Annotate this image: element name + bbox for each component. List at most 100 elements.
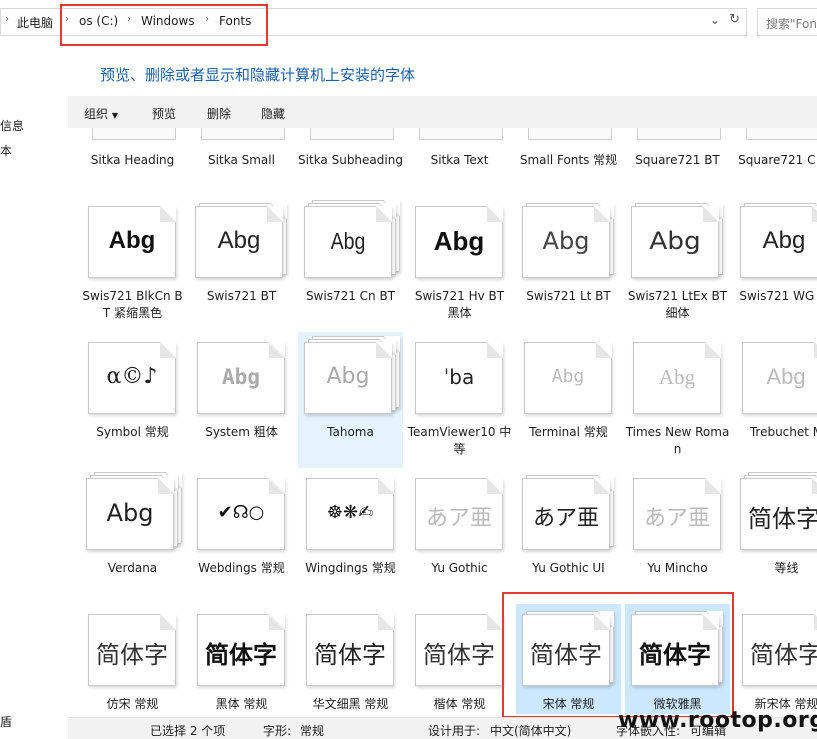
font-name-label: Webdings 常规 — [198, 561, 285, 575]
font-preview-icon — [746, 128, 817, 140]
watermark: www.rootop.org — [618, 708, 817, 733]
status-selected-count: 已选择 2 个项 — [150, 724, 226, 738]
font-preview-glyph: Abg — [222, 364, 260, 389]
font-preview-icon: Abg — [740, 198, 817, 278]
font-item[interactable]: ☸❋✍ Wingdings 常规 — [298, 468, 403, 604]
font-page-icon: Abg — [742, 342, 817, 414]
font-preview-icon: 简体字 — [304, 606, 400, 686]
sidebar-item[interactable]: 信息 — [0, 117, 24, 134]
font-preview-icon — [637, 128, 721, 140]
font-item[interactable]: 简体字华文细黑 常规 — [298, 604, 403, 714]
font-preview-icon: Abg — [86, 198, 182, 278]
font-name-label: Square721 BT — [635, 153, 720, 167]
font-name-label: Wingdings 常规 — [305, 561, 396, 575]
hide-button[interactable]: 隐藏 — [261, 105, 285, 122]
font-item[interactable]: Abg Terminal 常规 — [516, 332, 621, 468]
font-name-label: Trebuchet M — [749, 425, 817, 439]
font-item[interactable]: Sitka Heading — [80, 128, 185, 188]
highlight-box-address — [60, 4, 268, 46]
font-preview-icon: あア亜 — [522, 470, 618, 550]
font-page-icon: あア亜 — [633, 478, 721, 550]
font-item[interactable]: 简体字 楷体 常规 — [407, 604, 512, 714]
font-preview-icon: Abg — [631, 334, 727, 414]
font-page-icon: Abg — [524, 342, 612, 414]
font-preview-glyph: Abg — [551, 366, 585, 387]
font-preview-glyph: Abg — [108, 227, 156, 254]
font-item[interactable]: ˈba TeamViewer10 中等 — [407, 332, 512, 468]
font-item[interactable]: Abg Swis721 Hv BT 黑体 — [407, 196, 512, 332]
chevron-down-icon[interactable]: ⌄ — [710, 13, 720, 27]
organize-label: 组织 — [84, 107, 109, 121]
font-page-icon: Abg — [415, 206, 503, 278]
page-fold-icon — [487, 206, 503, 222]
font-item[interactable]: Abg Trebuchet M — [734, 332, 817, 468]
font-item[interactable]: 简体字 仿宋 常规 — [80, 604, 185, 714]
font-preview-icon: Abg — [195, 198, 291, 278]
font-preview-icon: Abg — [631, 198, 727, 278]
font-name-label: TeamViewer10 中等 — [407, 425, 512, 456]
delete-button[interactable]: 删除 — [207, 105, 231, 122]
font-preview-icon: あア亜 — [413, 470, 509, 550]
font-preview-icon: ˈba — [413, 334, 509, 414]
font-preview-glyph: ˈba — [443, 365, 475, 389]
font-name-label: 华文细黑 常规 — [312, 697, 389, 711]
font-preview-icon: α©♪ — [86, 334, 182, 414]
font-page-icon: α©♪ — [88, 342, 176, 414]
page-fold-icon — [705, 478, 721, 494]
font-item[interactable]: α©♪ Symbol 常规 — [80, 332, 185, 468]
font-item[interactable]: Square721 C BT — [734, 128, 817, 188]
font-item[interactable]: Abg Swis721 BlkCn BT 紧缩黑色 — [80, 196, 185, 332]
font-item[interactable]: Abg Tahoma — [298, 332, 403, 468]
font-preview-glyph: α©♪ — [106, 364, 158, 389]
font-item[interactable]: ✔☊○ Webdings 常规 — [189, 468, 294, 604]
font-page-icon: 简体字 — [306, 614, 394, 686]
font-item[interactable]: 简体字 新宋体 常规 — [734, 604, 817, 714]
font-preview-icon: 简体字 — [195, 606, 291, 686]
font-name-label: 仿宋 常规 — [106, 697, 159, 711]
font-item[interactable]: Sitka Text — [407, 128, 512, 188]
font-item[interactable]: Abg Swis721 Lt BT — [516, 196, 621, 332]
font-preview-glyph: 简体字 — [748, 505, 817, 533]
font-item[interactable]: Abg Swis721 BT — [189, 196, 294, 332]
page-fold-icon — [269, 614, 285, 630]
font-item[interactable]: Abg Swis721 WG BT — [734, 196, 817, 332]
font-item[interactable]: あア亜 Yu Gothic UI — [516, 468, 621, 604]
font-item[interactable]: Abg Swis721 LtEx BT 细体 — [625, 196, 730, 332]
page-fold-icon — [160, 614, 176, 630]
font-name-label: 黑体 常规 — [215, 697, 268, 711]
font-preview-glyph: Abg — [658, 364, 696, 389]
font-preview-glyph: ✔☊○ — [217, 502, 265, 523]
font-page-icon: Abg — [304, 342, 392, 414]
font-name-label: Swis721 BT — [206, 289, 277, 303]
page-fold-icon — [376, 206, 392, 222]
font-preview-icon: Abg — [522, 198, 618, 278]
font-page-icon: あア亜 — [415, 478, 503, 550]
breadcrumb-this-pc[interactable]: 此电脑 — [17, 14, 53, 31]
refresh-icon[interactable]: ↻ — [729, 12, 740, 27]
font-item[interactable]: Small Fonts 常规 — [516, 128, 621, 188]
font-name-label: Swis721 WG BT — [739, 289, 817, 303]
font-item[interactable]: 简体字 黑体 常规 — [189, 604, 294, 714]
status-designed-label: 设计用于: — [428, 724, 481, 738]
caret-down-icon: ▼ — [111, 111, 118, 120]
page-fold-icon — [594, 206, 610, 222]
font-item[interactable]: Sitka Subheading — [298, 128, 403, 188]
font-item[interactable]: Abg Verdana — [80, 468, 185, 604]
font-preview-icon: Abg — [195, 334, 291, 414]
font-item[interactable]: 简体字 等线 — [734, 468, 817, 604]
font-item[interactable]: Abg Times New Roman — [625, 332, 730, 468]
preview-button[interactable]: 预览 — [152, 105, 176, 122]
font-item[interactable]: Square721 BT — [625, 128, 730, 188]
font-item[interactable]: Abg System 粗体 — [189, 332, 294, 468]
font-item[interactable]: あア亜 Yu Mincho — [625, 468, 730, 604]
sidebar-item[interactable]: 本 — [0, 142, 12, 159]
font-item[interactable]: Sitka Small — [189, 128, 294, 188]
sidebar-item[interactable]: 盾 — [0, 713, 12, 730]
font-preview-icon — [92, 128, 176, 140]
font-page-icon: ˈba — [415, 342, 503, 414]
search-input[interactable]: 搜索"Fonts" — [757, 8, 817, 36]
font-item[interactable]: あア亜 Yu Gothic — [407, 468, 512, 604]
organize-button[interactable]: 组织 ▼ — [84, 105, 118, 122]
font-item[interactable]: Abg Swis721 Cn BT — [298, 196, 403, 332]
font-name-label: Small Fonts 常规 — [519, 153, 618, 167]
